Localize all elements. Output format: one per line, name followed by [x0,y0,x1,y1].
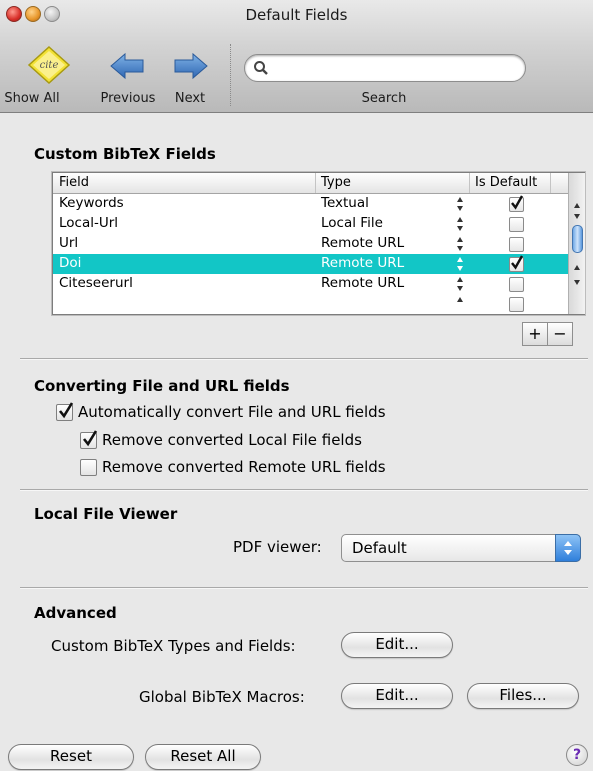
field-name-cell: Keywords [59,195,124,211]
search-field[interactable] [244,54,526,82]
is-default-checkbox[interactable] [509,195,524,212]
table-row[interactable]: Local-Url Local File [53,214,568,234]
column-divider [315,173,316,193]
column-header-is-default[interactable]: Is Default [475,175,537,190]
show-all-label[interactable]: Show All [0,91,64,106]
divider [20,587,588,589]
window-title: Default Fields [245,6,348,24]
previous-label[interactable]: Previous [97,91,159,106]
scroll-arrows-icon[interactable] [572,201,582,221]
search-input[interactable] [273,58,517,80]
type-stepper-icon[interactable] [455,216,465,232]
remove-remote-label[interactable]: Remove converted Remote URL fields [102,458,386,476]
type-stepper-icon[interactable] [455,236,465,252]
reset-all-button[interactable]: Reset All [145,744,261,770]
type-stepper-icon[interactable] [455,256,465,272]
types-edit-button[interactable]: Edit... [341,632,453,658]
checkmark-icon [511,195,524,210]
field-type-cell: Textual [321,195,369,211]
checkmark-icon [511,255,524,270]
show-all-icon[interactable]: cite [26,44,72,86]
type-stepper-icon[interactable] [455,196,465,212]
help-icon[interactable]: ? [566,744,588,766]
advanced-title: Advanced [34,604,117,622]
next-arrow-icon[interactable] [173,52,209,84]
column-divider [469,173,470,193]
pdf-viewer-value: Default [352,539,407,557]
table-header: Field Type Is Default [53,173,568,194]
table-row[interactable] [53,294,568,313]
auto-convert-label[interactable]: Automatically convert File and URL field… [78,403,386,421]
auto-convert-checkbox[interactable] [56,402,74,421]
toolbar-separator [230,44,231,106]
next-label[interactable]: Next [170,91,210,106]
is-default-checkbox[interactable] [509,217,524,232]
viewer-title: Local File Viewer [34,505,178,523]
checkmark-icon [82,430,98,447]
checkmark-icon [58,402,74,419]
table-row[interactable]: Citeseerurl Remote URL [53,274,568,294]
field-type-cell: Local File [321,215,383,231]
search-icon [254,61,268,75]
macros-label: Global BibTeX Macros: [139,688,305,706]
remove-local-checkbox[interactable] [80,430,98,449]
field-type-cell: Remote URL [321,255,405,271]
is-default-checkbox[interactable] [509,277,524,292]
divider [20,489,588,491]
search-label: Search [361,91,407,106]
custom-fields-title: Custom BibTeX Fields [34,145,216,163]
pdf-viewer-label: PDF viewer: [233,538,322,556]
remove-field-button[interactable]: − [547,322,573,346]
macros-files-button[interactable]: Files... [467,683,579,709]
add-field-button[interactable]: + [522,322,548,346]
field-name-cell: Local-Url [59,215,119,231]
table-scrollbar[interactable] [568,173,585,314]
field-name-cell: Url [59,235,79,251]
remove-remote-checkbox[interactable] [80,459,97,476]
svg-text:cite: cite [40,60,59,71]
pdf-viewer-popup[interactable]: Default [341,534,581,562]
type-stepper-icon[interactable] [455,296,465,312]
field-type-cell: Remote URL [321,235,405,251]
column-header-field[interactable]: Field [59,175,89,190]
column-divider [550,173,551,193]
remove-local-label[interactable]: Remove converted Local File fields [102,431,362,449]
table-row[interactable]: Keywords Textual [53,194,568,214]
table-row[interactable]: Doi Remote URL [53,254,568,274]
converting-title: Converting File and URL fields [34,377,290,395]
field-type-cell: Remote URL [321,275,405,291]
is-default-checkbox[interactable] [509,237,524,252]
table-row[interactable]: Url Remote URL [53,234,568,254]
custom-fields-table[interactable]: Field Type Is Default Keywords Textual Loc… [52,172,585,315]
field-name-cell: Citeseerurl [59,275,133,291]
popup-arrows-icon [555,534,581,562]
scroll-arrows-icon[interactable] [572,263,582,293]
macros-edit-button[interactable]: Edit... [341,683,453,709]
reset-button[interactable]: Reset [8,744,134,770]
scroll-thumb[interactable] [572,225,583,253]
type-stepper-icon[interactable] [455,276,465,292]
column-header-type[interactable]: Type [321,175,351,190]
toolbar: Default Fields cite Show All Previous Ne… [0,0,593,113]
previous-arrow-icon[interactable] [109,52,145,84]
is-default-checkbox[interactable] [509,255,524,272]
divider [20,358,588,360]
field-name-cell: Doi [59,255,82,271]
is-default-checkbox[interactable] [509,297,524,312]
types-fields-label: Custom BibTeX Types and Fields: [51,637,296,655]
